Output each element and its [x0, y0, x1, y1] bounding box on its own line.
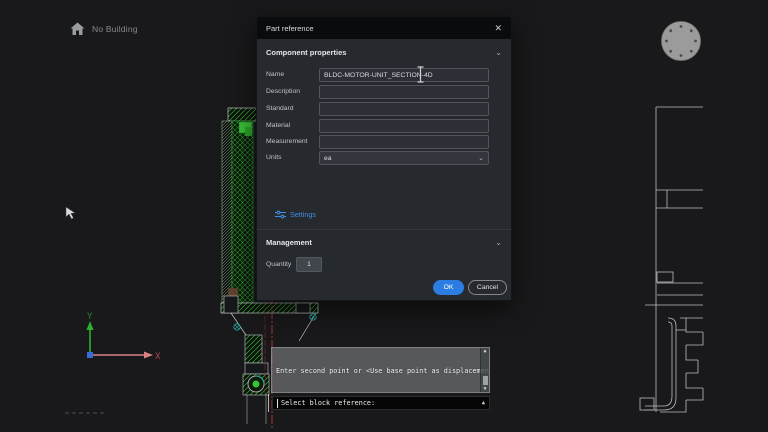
section-component-properties[interactable]: Component properties ⌄ — [257, 45, 511, 59]
field-row-material: Material — [257, 119, 511, 133]
dialog-title: Part reference — [266, 24, 314, 33]
field-label: Measurement — [266, 135, 308, 149]
settings-link[interactable]: Settings — [275, 210, 316, 219]
quantity-input[interactable] — [296, 257, 322, 272]
chevron-down-icon[interactable]: ⌄ — [495, 48, 502, 57]
standard-input[interactable] — [319, 102, 489, 116]
command-expand-icon[interactable]: ▲ — [482, 400, 485, 406]
field-label: Units — [266, 151, 282, 165]
command-prompt: Select block reference: — [281, 399, 375, 407]
dialog-titlebar[interactable]: Part reference ✕ — [257, 17, 511, 39]
command-history-line: Enter second point or <Use base point as… — [276, 367, 477, 375]
name-input[interactable] — [319, 68, 489, 82]
chevron-down-icon: ⌄ — [478, 154, 484, 162]
field-label: Standard — [266, 102, 294, 116]
ucs-y-label: Y — [87, 312, 93, 322]
divider — [257, 229, 511, 230]
field-row-description: Description — [257, 85, 511, 99]
measurement-input[interactable] — [319, 135, 489, 149]
cancel-button[interactable]: Cancel — [468, 280, 507, 295]
field-row-standard: Standard — [257, 102, 511, 116]
close-icon[interactable]: ✕ — [494, 17, 502, 39]
settings-label: Settings — [290, 210, 316, 219]
scrollbar-thumb[interactable] — [483, 376, 488, 385]
chevron-down-icon[interactable]: ⌄ — [495, 238, 502, 247]
command-input-bar[interactable]: Select block reference: ▲ — [272, 396, 490, 410]
part-reference-dialog: Part reference ✕ Component properties ⌄ … — [256, 16, 512, 301]
field-row-name: Name — [257, 68, 511, 82]
text-cursor-icon — [416, 66, 425, 83]
section-management[interactable]: Management ⌄ — [257, 235, 511, 249]
scroll-down-icon[interactable]: ▼ — [483, 386, 486, 392]
ucs-icon: Y X — [87, 312, 162, 362]
quantity-label: Quantity — [266, 257, 291, 272]
units-value: ea — [324, 155, 332, 162]
ucs-x-label: X — [155, 352, 161, 362]
material-input[interactable] — [319, 119, 489, 133]
scroll-up-icon[interactable]: ▲ — [483, 348, 486, 354]
field-label: Material — [266, 119, 290, 133]
command-caret — [277, 399, 278, 408]
mouse-cursor — [66, 207, 75, 219]
field-label: Description — [266, 85, 300, 99]
field-row-measurement: Measurement — [257, 135, 511, 149]
command-history-panel[interactable]: Enter second point or <Use base point as… — [271, 347, 490, 393]
flange-circle — [662, 22, 701, 61]
field-row-units: Units ea ⌄ — [257, 151, 511, 165]
description-input[interactable] — [319, 85, 489, 99]
app-window: Y X No Building Enter second point or <U… — [0, 0, 768, 432]
ok-button[interactable]: OK — [433, 280, 464, 295]
command-scrollbar[interactable]: ▲ ▼ — [480, 348, 489, 392]
units-dropdown[interactable]: ea ⌄ — [319, 151, 489, 165]
field-label: Name — [266, 68, 284, 82]
command-history-line: : — [276, 391, 477, 393]
right-profile-drawing — [640, 107, 703, 412]
sliders-icon — [275, 210, 286, 219]
